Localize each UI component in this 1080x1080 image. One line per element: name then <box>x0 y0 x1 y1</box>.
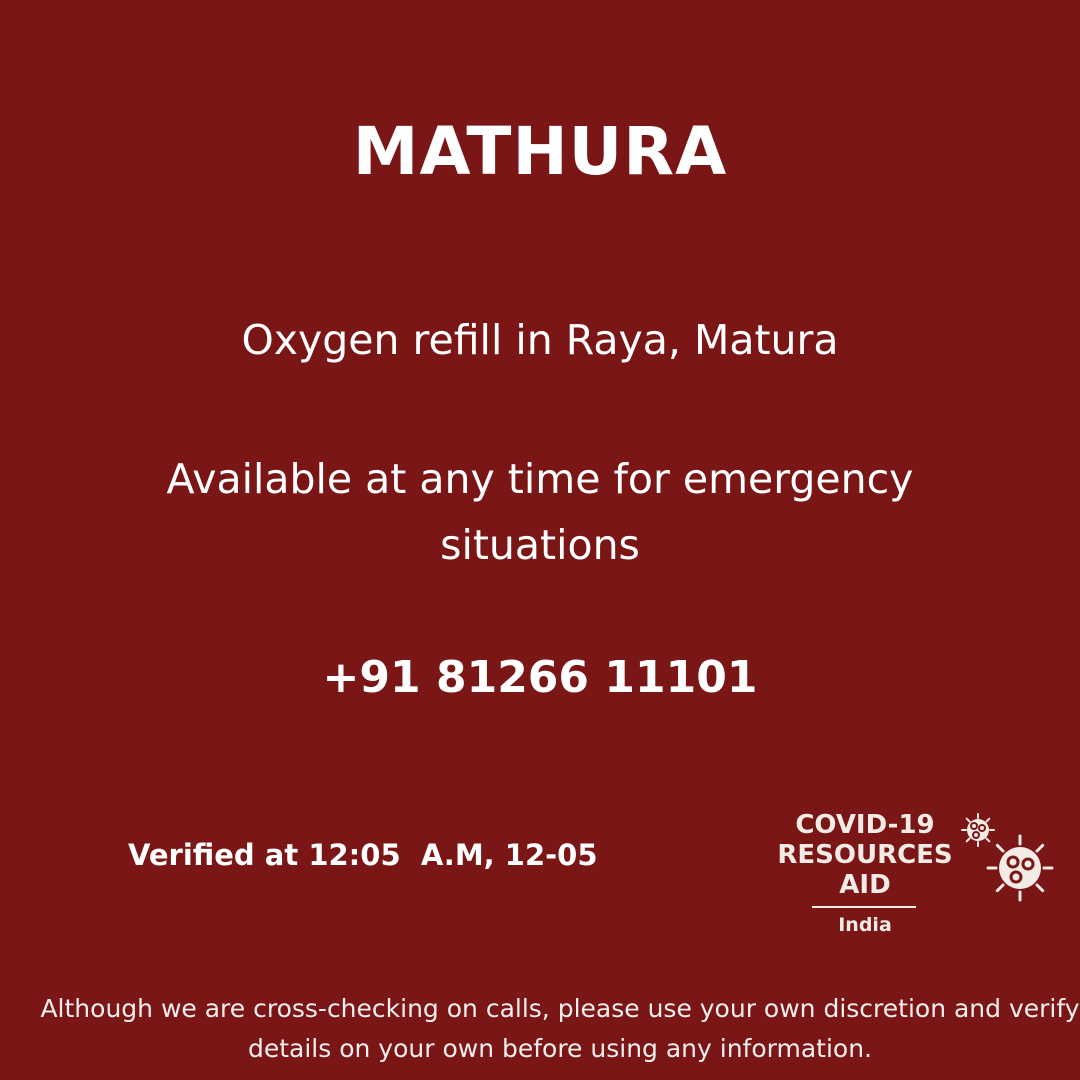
logo-line-aid: AID <box>839 870 891 900</box>
logo-divider <box>812 906 916 908</box>
availability-text: Available at any time for emergency situ… <box>166 455 914 569</box>
logo-line-resources: RESOURCES <box>777 840 953 870</box>
verification-timestamp: Verified at 12:05 A.M, 12-05 <box>128 838 598 872</box>
phone-number: +91 81266 11101 <box>322 652 758 703</box>
logo-line-covid: COVID-19 <box>795 810 935 840</box>
resource-description: Oxygen refill in Raya, Matura <box>241 316 839 364</box>
covid-resources-aid-logo: COVID-19 RESOURCES AID India <box>760 806 1060 946</box>
disclaimer-text: Although we are cross-checking on calls,… <box>40 994 1080 1063</box>
city-title: MATHURA <box>352 113 728 190</box>
logo-country: India <box>838 914 892 936</box>
virus-icon-large <box>986 834 1054 902</box>
